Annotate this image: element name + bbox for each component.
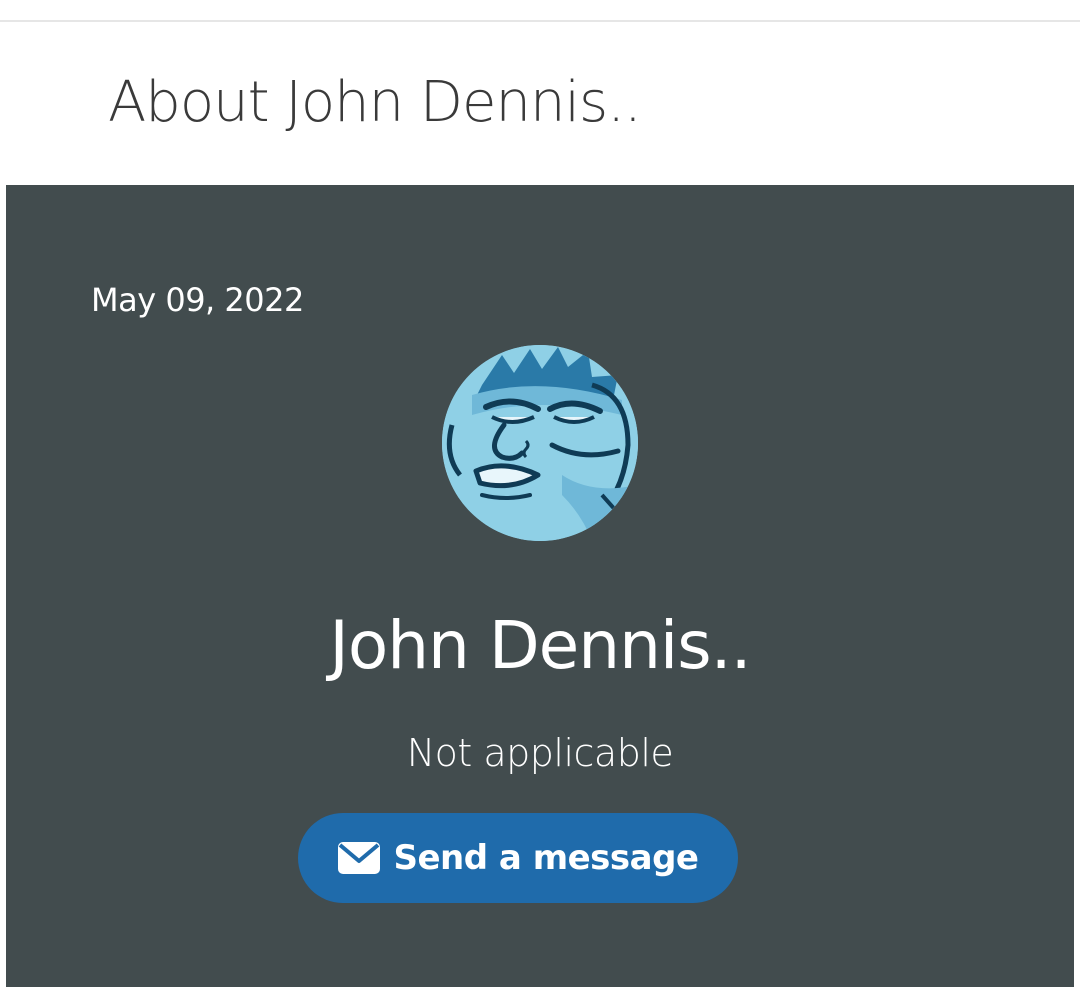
page-title: About John Dennis.. xyxy=(108,70,642,135)
send-message-label: Send a message xyxy=(393,838,699,878)
avatar[interactable] xyxy=(442,345,638,541)
send-message-button[interactable]: Send a message xyxy=(298,813,738,903)
top-divider xyxy=(0,20,1080,22)
profile-card: May 09, 2022 John Dennis.. Not applicabl… xyxy=(6,185,1074,987)
cartoon-monster-avatar-icon xyxy=(442,345,638,541)
profile-date: May 09, 2022 xyxy=(91,281,304,319)
profile-subtitle: Not applicable xyxy=(406,731,674,775)
profile-name: John Dennis.. xyxy=(329,607,751,684)
envelope-icon xyxy=(337,841,381,875)
